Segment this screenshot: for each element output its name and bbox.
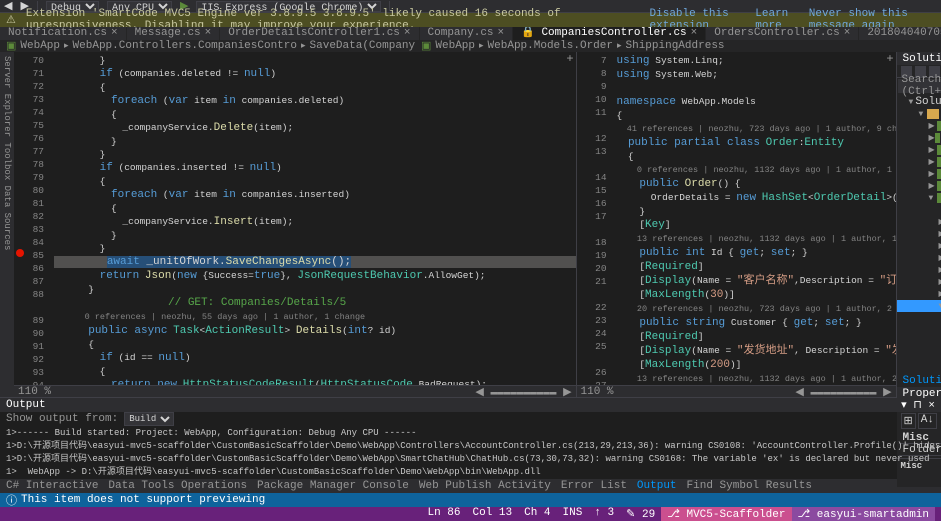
tab-solution-explorer[interactable]: Solution Explorer bbox=[897, 374, 941, 387]
left-tool-rail[interactable]: Server Explorer Toolbox Data Sources bbox=[0, 52, 14, 397]
close-icon[interactable]: × bbox=[404, 27, 411, 39]
nav-bar-right: ▣ WebApp▸ WebApp.Models.Order▸ ShippingA… bbox=[415, 40, 733, 52]
warning-icon: ⚠ bbox=[6, 13, 16, 27]
preview-bar: ⓘ This item does not support previewing bbox=[0, 493, 941, 507]
status-repo[interactable]: ⎇ MVC5-Scaffolder bbox=[661, 507, 791, 521]
tree-item[interactable]: ▶App_Start bbox=[897, 264, 941, 276]
tree-item[interactable]: ▶Repository.Pattern.Ef6 bbox=[897, 156, 941, 168]
bottom-tool-tabs: C# Interactive Data Tools Operations Packa… bbox=[0, 479, 941, 493]
document-tabs: Notification.cs×Message.cs×OrderDetailsC… bbox=[0, 27, 941, 40]
editor-footer-left: 110 % ◀ ▬▬▬▬▬▬▬▬▬▬ ▶ bbox=[14, 385, 576, 397]
file-tab[interactable]: 20180404070509_desc.cs× bbox=[859, 27, 941, 40]
tree-item[interactable]: ▶BaseCodesController.cs bbox=[897, 336, 941, 348]
tree-item[interactable]: ▶SqlHelper2 bbox=[897, 180, 941, 192]
file-tab[interactable]: Notification.cs× bbox=[0, 27, 127, 40]
tree-item[interactable]: ▶CategoriesController.cs bbox=[897, 360, 941, 372]
close-icon[interactable]: ▾ ⊓ × bbox=[901, 398, 935, 412]
bottom-tab[interactable]: Find Symbol Results bbox=[687, 480, 812, 492]
explorer-search[interactable]: Search Solution Explorer (Ctrl+;)🔍 bbox=[898, 79, 941, 93]
editor-footer-right: 110 % ◀ ▬▬▬▬▬▬▬▬▬▬ ▶ bbox=[577, 385, 896, 397]
breakpoint-icon[interactable] bbox=[16, 249, 24, 257]
output-source-select[interactable]: Build bbox=[124, 412, 174, 426]
status-bar: Ln 86 Col 13 Ch 4 INS ↑ 3 ✎ 29 ⎇ MVC5-Sc… bbox=[0, 507, 941, 521]
proj-crumb[interactable]: WebApp bbox=[16, 40, 64, 52]
tree-item[interactable]: ▶PublicPara.CodeText.Data bbox=[897, 132, 941, 144]
tree-item[interactable]: ▶References bbox=[897, 228, 941, 240]
file-tab[interactable]: Message.cs× bbox=[127, 27, 221, 40]
zoom-level[interactable]: 110 % bbox=[581, 386, 614, 398]
close-icon[interactable]: × bbox=[205, 27, 212, 39]
tree-item[interactable]: ▶ButtonAttribute.cs bbox=[897, 348, 941, 360]
file-tab[interactable]: OrdersController.cs× bbox=[706, 27, 859, 40]
nav-back-icon[interactable]: ◀ bbox=[4, 0, 12, 13]
tree-item[interactable]: ▼Controllers bbox=[897, 300, 941, 312]
editor-left: + 70717273747576777879808182838485868788… bbox=[14, 52, 577, 397]
status-push[interactable]: ↑ 3 bbox=[588, 507, 620, 521]
tree-item[interactable]: ▶Properties bbox=[897, 216, 941, 228]
tree-item[interactable]: ▶Content bbox=[897, 288, 941, 300]
bottom-tab[interactable]: C# Interactive bbox=[6, 480, 98, 492]
ns-crumb[interactable]: WebApp.Controllers.CompaniesContro bbox=[69, 40, 301, 52]
tree-item[interactable]: ▼Demo bbox=[897, 108, 941, 120]
tree-item[interactable]: ▶UnitOfWorkFramework bbox=[897, 120, 941, 132]
solution-explorer: Solution Explorer ▾ ⊓ × Search Solution … bbox=[897, 52, 941, 387]
status-col: Col 13 bbox=[467, 507, 519, 521]
code-left[interactable]: } if (companies.deleted != null) { forea… bbox=[50, 52, 576, 385]
bottom-tab[interactable]: Data Tools Operations bbox=[108, 480, 247, 492]
file-tab[interactable]: Company.cs× bbox=[420, 27, 514, 40]
explorer-title: Solution Explorer ▾ ⊓ × bbox=[897, 52, 941, 65]
tree-item[interactable]: ▶App_Helpers bbox=[897, 252, 941, 264]
status-branch[interactable]: ⎇ easyui-smartadmin bbox=[792, 507, 936, 521]
line-gutter-right: 7891011121314151617181920212223242526272… bbox=[577, 52, 613, 385]
output-from-label: Show output from: bbox=[6, 413, 118, 425]
close-icon[interactable]: × bbox=[111, 27, 118, 39]
tree-item[interactable]: Connected Services bbox=[897, 204, 941, 216]
bottom-tab[interactable]: Web Publish Activity bbox=[419, 480, 551, 492]
status-ins: INS bbox=[557, 507, 589, 521]
file-tab[interactable]: OrderDetailsController1.cs× bbox=[220, 27, 419, 40]
tree-item[interactable]: ▼Solution 'Mvc5Scaffolder' (9 projects) bbox=[897, 96, 941, 108]
close-icon[interactable]: × bbox=[498, 27, 505, 39]
code-right[interactable]: using System.Linq; using System.Web; nam… bbox=[613, 52, 896, 385]
close-icon[interactable]: × bbox=[844, 27, 851, 39]
status-pending[interactable]: ✎ 29 bbox=[620, 507, 661, 521]
tree-item[interactable]: ▶Service.Pattern bbox=[897, 168, 941, 180]
solution-tree: ▼Solution 'Mvc5Scaffolder' (9 projects)▼… bbox=[897, 94, 941, 374]
tree-item[interactable]: ▶Repository.Pattern bbox=[897, 144, 941, 156]
bottom-tab[interactable]: Error List bbox=[561, 480, 627, 492]
output-window: Output ▾ ⊓ × Show output from: Build 1>--… bbox=[0, 397, 941, 479]
bottom-tab[interactable]: Output bbox=[637, 480, 677, 492]
close-icon[interactable]: × bbox=[691, 27, 698, 39]
tree-item[interactable]: ▼WebApp bbox=[897, 192, 941, 204]
tree-item[interactable]: ▶AccountController.cs bbox=[897, 312, 941, 324]
file-tab[interactable]: 🔒 CompaniesController.cs× bbox=[513, 27, 706, 40]
info-icon: ⓘ bbox=[6, 492, 17, 508]
output-title: Output bbox=[6, 399, 46, 411]
status-char: Ch 4 bbox=[518, 507, 556, 521]
tree-item[interactable]: ▶AccountManangeController.cs bbox=[897, 324, 941, 336]
line-gutter-left: 7071727374757677787980818283848586878889… bbox=[14, 52, 50, 385]
main-area: Server Explorer Toolbox Data Sources + 7… bbox=[0, 52, 941, 397]
preview-text: This item does not support previewing bbox=[21, 494, 265, 506]
nav-bar-left: ▣ WebApp▸ WebApp.Controllers.CompaniesCo… bbox=[0, 40, 415, 52]
explorer-tabs: Solution Explorer Team Explorer bbox=[897, 374, 941, 387]
editor-right: + 78910111213141516171819202122232425262… bbox=[577, 52, 897, 397]
bottom-tab[interactable]: Package Manager Console bbox=[257, 480, 409, 492]
tree-item[interactable]: ▶Areas bbox=[897, 276, 941, 288]
method-crumb[interactable]: SaveData(CompanyChangeViewModel bbox=[306, 40, 415, 52]
tree-item[interactable]: ▶App_Data bbox=[897, 240, 941, 252]
status-line: Ln 86 bbox=[422, 507, 467, 521]
perf-notification: ⚠ Extension 'SmartCode MVC5 Engine ver 3… bbox=[0, 13, 941, 27]
output-text[interactable]: 1>------ Build started: Project: WebApp,… bbox=[0, 426, 941, 479]
zoom-level[interactable]: 110 % bbox=[18, 386, 51, 398]
